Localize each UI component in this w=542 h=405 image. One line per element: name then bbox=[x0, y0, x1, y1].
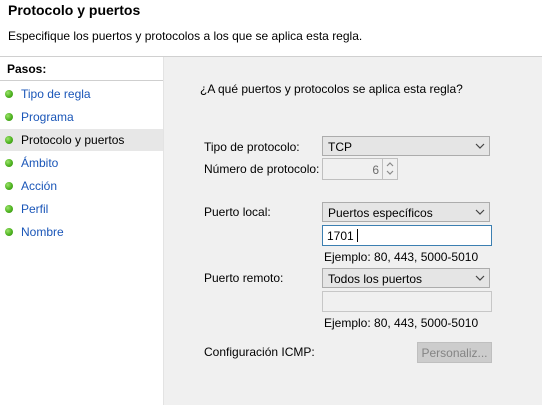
step-label: Acción bbox=[21, 179, 58, 193]
step-protocolo-y-puertos[interactable]: Protocolo y puertos bbox=[0, 129, 163, 151]
step-label: Tipo de regla bbox=[21, 87, 91, 101]
steps-header: Pasos: bbox=[0, 57, 163, 79]
local-port-input[interactable]: 1701 bbox=[322, 225, 492, 246]
text-caret bbox=[357, 229, 358, 242]
question-text: ¿A qué puertos y protocolos se aplica es… bbox=[200, 82, 463, 96]
step-label: Perfil bbox=[21, 202, 49, 216]
customize-button-label: Personaliz... bbox=[421, 346, 488, 360]
steps-sidebar: Pasos: Tipo de regla Programa Protocolo … bbox=[0, 57, 164, 405]
protocol-type-label: Tipo de protocolo: bbox=[204, 140, 300, 154]
remote-port-select[interactable]: Todos los puertos bbox=[322, 268, 490, 288]
protocol-number-stepper[interactable]: 6 bbox=[322, 158, 398, 180]
stepper-buttons bbox=[382, 159, 397, 179]
green-dot-icon bbox=[5, 205, 13, 213]
local-port-example: Ejemplo: 80, 443, 5000-5010 bbox=[324, 250, 479, 264]
spinner-down-icon[interactable] bbox=[386, 170, 394, 176]
chevron-down-icon bbox=[475, 209, 485, 215]
step-programa[interactable]: Programa bbox=[0, 106, 163, 128]
step-ambito[interactable]: Ámbito bbox=[0, 152, 163, 174]
step-nombre[interactable]: Nombre bbox=[0, 221, 163, 243]
protocol-type-select[interactable]: TCP bbox=[322, 136, 490, 156]
step-label: Ámbito bbox=[21, 156, 59, 170]
step-accion[interactable]: Acción bbox=[0, 175, 163, 197]
content-panel: ¿A qué puertos y protocolos se aplica es… bbox=[164, 57, 542, 405]
local-port-option: Puertos específicos bbox=[328, 206, 433, 220]
step-label: Protocolo y puertos bbox=[21, 133, 125, 147]
step-perfil[interactable]: Perfil bbox=[0, 198, 163, 220]
local-port-select[interactable]: Puertos específicos bbox=[322, 202, 490, 222]
chevron-down-icon bbox=[475, 275, 485, 281]
remote-port-input[interactable] bbox=[322, 291, 492, 312]
step-label: Nombre bbox=[21, 225, 64, 239]
green-dot-icon bbox=[5, 182, 13, 190]
remote-port-label: Puerto remoto: bbox=[204, 271, 284, 285]
protocol-number-label: Número de protocolo: bbox=[204, 162, 320, 176]
page-title: Protocolo y puertos bbox=[8, 2, 141, 18]
protocol-number-value: 6 bbox=[372, 163, 379, 177]
green-dot-icon bbox=[5, 90, 13, 98]
wizard-header: Protocolo y puertos Especifique los puer… bbox=[0, 0, 542, 56]
spinner-up-icon[interactable] bbox=[386, 161, 394, 167]
local-port-value: 1701 bbox=[327, 229, 354, 243]
steps-header-divider bbox=[0, 80, 163, 81]
green-dot-icon bbox=[5, 113, 13, 121]
page-subtitle: Especifique los puertos y protocolos a l… bbox=[8, 29, 363, 43]
remote-port-example: Ejemplo: 80, 443, 5000-5010 bbox=[324, 316, 479, 330]
remote-port-option: Todos los puertos bbox=[328, 272, 423, 286]
customize-icmp-button[interactable]: Personaliz... bbox=[417, 342, 492, 363]
green-dot-icon bbox=[5, 136, 13, 144]
local-port-label: Puerto local: bbox=[204, 205, 271, 219]
icmp-label: Configuración ICMP: bbox=[204, 345, 315, 359]
step-tipo-de-regla[interactable]: Tipo de regla bbox=[0, 83, 163, 105]
chevron-down-icon bbox=[475, 143, 485, 149]
step-label: Programa bbox=[21, 110, 74, 124]
protocol-type-value: TCP bbox=[328, 140, 352, 154]
green-dot-icon bbox=[5, 228, 13, 236]
steps-header-label: Pasos: bbox=[7, 62, 47, 76]
green-dot-icon bbox=[5, 159, 13, 167]
